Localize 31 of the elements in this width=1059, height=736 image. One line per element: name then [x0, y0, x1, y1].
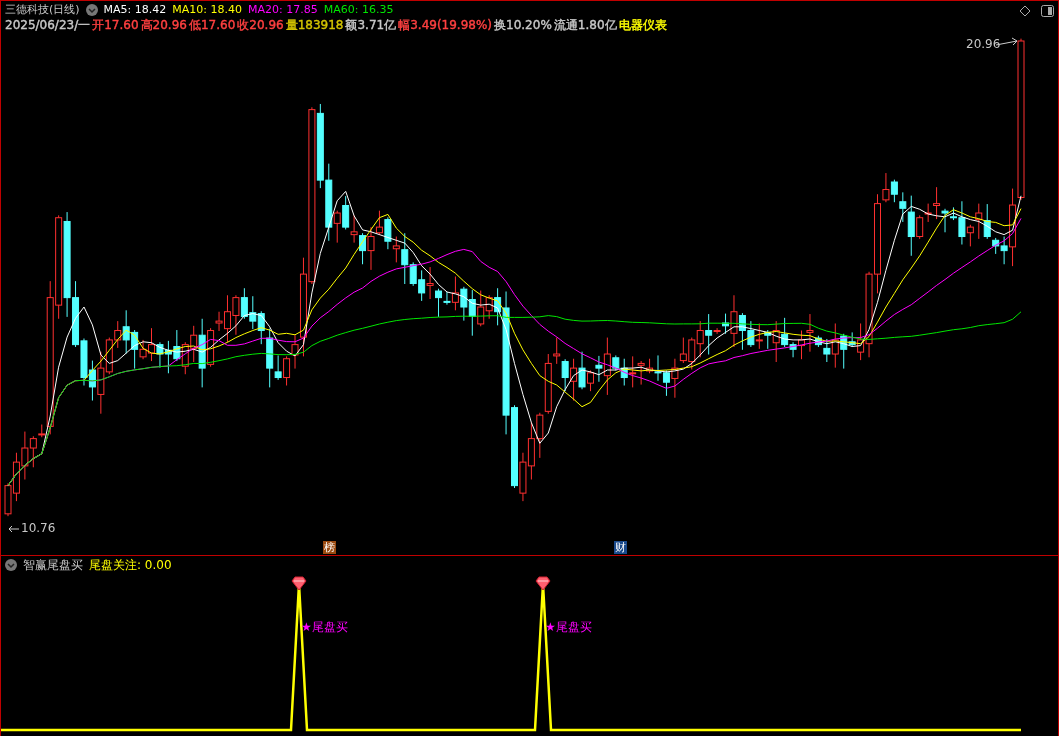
price-label: 10.76 [21, 521, 56, 535]
quote-value: 额3.71亿 [345, 18, 397, 32]
indicator-value: 尾盘关注: 0.00 [89, 558, 172, 572]
quote-value: 换10.20% [494, 18, 552, 32]
quote-value: 高20.96 [140, 18, 187, 32]
indicator-title: 智赢尾盘买 [23, 558, 83, 572]
arrow-icon [8, 525, 20, 533]
moving-average-value: MA20: 17.85 [248, 3, 318, 17]
quote-value: 2025/06/23/一 [5, 18, 91, 32]
moving-average-value: MA5: 18.42 [103, 3, 167, 17]
dropdown-icon[interactable] [5, 559, 17, 571]
panel-toggle-icon[interactable] [1041, 5, 1054, 17]
event-badge[interactable]: 榜 [323, 541, 336, 554]
quote-value: 量183918 [285, 18, 344, 32]
diamond-icon [291, 576, 307, 591]
moving-average-value: MA10: 18.40 [172, 3, 243, 17]
quote-value: 收20.96 [237, 18, 284, 32]
quote-value: 幅3.49(19.98%) [398, 18, 493, 32]
diamond-icon [535, 576, 551, 591]
signal-label: ★尾盘买 [545, 619, 592, 636]
price-label: 20.96 [966, 37, 1001, 51]
quote-value: 开17.60 [92, 18, 139, 32]
signal-label: ★尾盘买 [301, 619, 348, 636]
dropdown-icon[interactable] [85, 4, 98, 16]
moving-average-value: MA60: 16.35 [323, 3, 394, 17]
quote-value: 低17.60 [188, 18, 236, 32]
event-badge[interactable]: 财 [614, 541, 627, 554]
diamond-icon[interactable] [1019, 5, 1031, 17]
quote-value: 流通1.80亿 [553, 18, 617, 32]
quote-value: 电器仪表 [618, 18, 667, 32]
stock-title: 三德科技(日线) [5, 3, 80, 17]
